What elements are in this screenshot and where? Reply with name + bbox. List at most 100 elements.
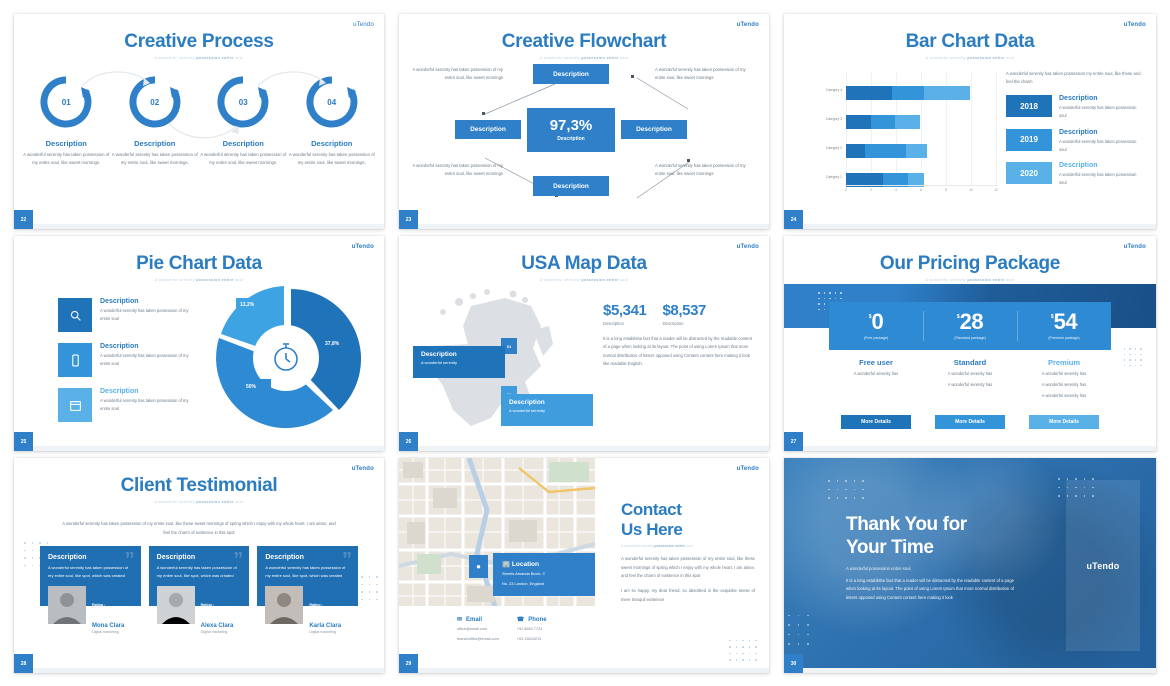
slide-number: 22: [14, 210, 33, 229]
price-cell[interactable]: $0 (Free package): [829, 302, 923, 350]
page-subtitle: A wonderful serenity possession entire s…: [925, 56, 1015, 60]
plan-feature: A wonderful serenity has: [853, 371, 899, 376]
testimonial-card[interactable]: ” Description A wonderful serenity has t…: [257, 546, 359, 634]
year-item[interactable]: 2019 Description A wonderful serenity ha…: [1006, 128, 1142, 154]
client-name: Mona Clara: [92, 622, 125, 629]
flow-box-right[interactable]: Description: [621, 120, 687, 139]
slide-number: 24: [784, 210, 803, 229]
star-rating-icon: ★★★★★: [200, 606, 226, 613]
slide-pricing-package[interactable]: uTendo Our Pricing Package A wonderful s…: [784, 236, 1156, 451]
step-body: A wonderful serenity has taken possessio…: [111, 152, 198, 165]
client-name: Alexa Clara: [200, 622, 234, 629]
page-subtitle: A wonderful serenity possession entire s…: [154, 56, 244, 60]
price-cell[interactable]: $54 (Premium package): [1017, 302, 1111, 350]
testimonial-heading: Description: [156, 554, 196, 561]
slide-bar-chart-data[interactable]: uTendo Bar Chart Data A wonderful sereni…: [784, 14, 1156, 229]
client-role: Digital marketing: [200, 629, 228, 634]
pie-label: 37,8%: [325, 341, 340, 347]
map-callout[interactable]: Description A wonderful serenity: [501, 394, 593, 426]
more-details-button[interactable]: More Details: [841, 415, 911, 429]
avatar: [48, 585, 86, 624]
slide-contact-us[interactable]: ● 🏢 Location Streets Amanda Block, C No.…: [399, 458, 769, 673]
slide-thank-you[interactable]: uTendo Thank You for Your Time A wonderf…: [784, 458, 1156, 673]
flow-box-left[interactable]: Description: [455, 120, 521, 139]
bar-category-label: Category 1: [825, 175, 842, 179]
stat-value: $8,537: [662, 302, 706, 319]
slide-client-testimonial[interactable]: uTendo Client Testimonial A wonderful se…: [14, 458, 384, 673]
page-title: Creative Flowchart: [501, 31, 667, 52]
flow-box-top[interactable]: Description: [533, 64, 609, 84]
callout-sub: A wonderful serenity: [421, 360, 458, 365]
step-body: A wonderful serenity has taken possessio…: [23, 152, 110, 165]
year-item[interactable]: 2020 Description A wonderful serenity ha…: [1006, 162, 1142, 187]
quote-icon: ”: [233, 549, 244, 571]
north-america-map[interactable]: 01 Description A wonderful serenity 02 D…: [413, 286, 593, 436]
legend-item[interactable]: Description A wonderful serenity has tak…: [58, 388, 198, 422]
bar-row[interactable]: [846, 144, 927, 158]
callout-heading: Description: [509, 399, 545, 406]
stat-caption: Description: [662, 321, 684, 326]
slide-number: 26: [399, 432, 418, 451]
testimonial-body: A wonderful serenity has taken possessio…: [156, 565, 237, 578]
brand-logo: uTendo: [351, 466, 374, 472]
flow-caption-bottom-left: A wonderful serenity has taken possessio…: [412, 163, 503, 177]
bar-row[interactable]: [846, 115, 920, 129]
brand-logo: uTendo: [1123, 244, 1146, 250]
pie-chart: 13,2% 37,8% 50%: [199, 284, 374, 434]
flow-box-bottom[interactable]: Description: [533, 176, 609, 196]
bar-row[interactable]: [846, 86, 970, 100]
legend-item[interactable]: Description A wonderful serenity has tak…: [58, 343, 198, 377]
year-body: A wonderful serenity has taken possessio…: [1059, 105, 1137, 119]
pie-label: 13,2%: [240, 302, 255, 308]
more-details-button[interactable]: More Details: [1029, 415, 1099, 429]
price-cell[interactable]: $28 (Standard package): [923, 302, 1017, 350]
price-note: (Free package): [863, 336, 889, 341]
testimonial-card[interactable]: ” Description A wonderful serenity has t…: [40, 546, 141, 634]
flow-center-kpi: 97,3% Description: [527, 108, 615, 152]
location-card: 🏢 Location Streets Amanda Block, C No. 2…: [493, 553, 595, 596]
slide-usa-map-data[interactable]: uTendo USA Map Data A wonderful serenity…: [399, 236, 769, 451]
slide-creative-process[interactable]: uTendo Creative Process A wonderful sere…: [14, 14, 384, 229]
year-item[interactable]: 2018 Description A wonderful serenity ha…: [1006, 95, 1142, 120]
callout-sub: A wonderful serenity: [509, 408, 546, 413]
location-heading: 🏢 Location: [502, 561, 539, 568]
calendar-icon: [58, 388, 92, 422]
year-heading: Description: [1059, 128, 1098, 136]
pricing-details-row: Free user A wonderful serenity has Stand…: [829, 358, 1111, 401]
legend-body: A wonderful serenity has taken possessio…: [100, 353, 189, 366]
thank-you-title-line-2: Your Time: [846, 536, 934, 558]
page-subtitle: A wonderful serenity possession entire s…: [154, 278, 244, 282]
legend-body: A wonderful serenity has taken possessio…: [100, 308, 189, 321]
map-callout[interactable]: Description A wonderful serenity: [413, 346, 505, 378]
thank-you-title-line-1: Thank You for: [846, 514, 967, 535]
flow-caption-top-left: A wonderful serenity has taken possessio…: [412, 67, 503, 81]
more-details-button[interactable]: More Details: [935, 415, 1005, 429]
stat-block: $8,537 Description: [662, 302, 706, 326]
legend-heading: Description: [100, 388, 139, 395]
phone-block[interactable]: ☎ Phone +52 6654 7723 +63 33634213: [517, 616, 547, 643]
plan-feature: A wonderful serenity has: [1041, 382, 1087, 388]
client-role: Digital marketing: [309, 629, 337, 634]
email-block[interactable]: ✉ Email office@email.com branchoffice@ema…: [457, 616, 499, 643]
slide-creative-flowchart[interactable]: uTendo Creative Flowchart A wonderful se…: [399, 14, 769, 229]
pricing-buttons-row: More Details More Details More Details: [829, 415, 1111, 429]
slide-number: 29: [399, 654, 418, 673]
page-title: Pie Chart Data: [136, 253, 262, 274]
location-pin-icon: ●: [469, 555, 488, 578]
process-steps: 01 Description A wonderful serenity has …: [22, 71, 376, 167]
step-body: A wonderful serenity has taken possessio…: [200, 152, 287, 165]
plan-feature: A wonderful serenity has: [947, 371, 993, 376]
page-subtitle: A wonderful serenity possession entire s…: [539, 278, 629, 282]
legend-item[interactable]: Description A wonderful serenity has tak…: [58, 298, 198, 332]
star-rating-icon: ★★★★★: [309, 606, 334, 613]
slide-footer-bar: [33, 224, 384, 229]
connector-arrow-icon: [257, 71, 326, 87]
testimonial-card[interactable]: ” Description A wonderful serenity has t…: [148, 546, 250, 634]
street-map[interactable]: ● 🏢 Location Streets Amanda Block, C No.…: [399, 458, 595, 606]
plan-feature: A wonderful serenity has: [1041, 371, 1087, 376]
price-value: 0: [871, 308, 884, 334]
location-line-1: Streets Amanda Block, C: [502, 571, 546, 576]
slide-number: 28: [14, 654, 33, 673]
slide-pie-chart-data[interactable]: uTendo Pie Chart Data A wonderful sereni…: [14, 236, 384, 451]
plan-column: Free user A wonderful serenity has: [829, 358, 923, 401]
